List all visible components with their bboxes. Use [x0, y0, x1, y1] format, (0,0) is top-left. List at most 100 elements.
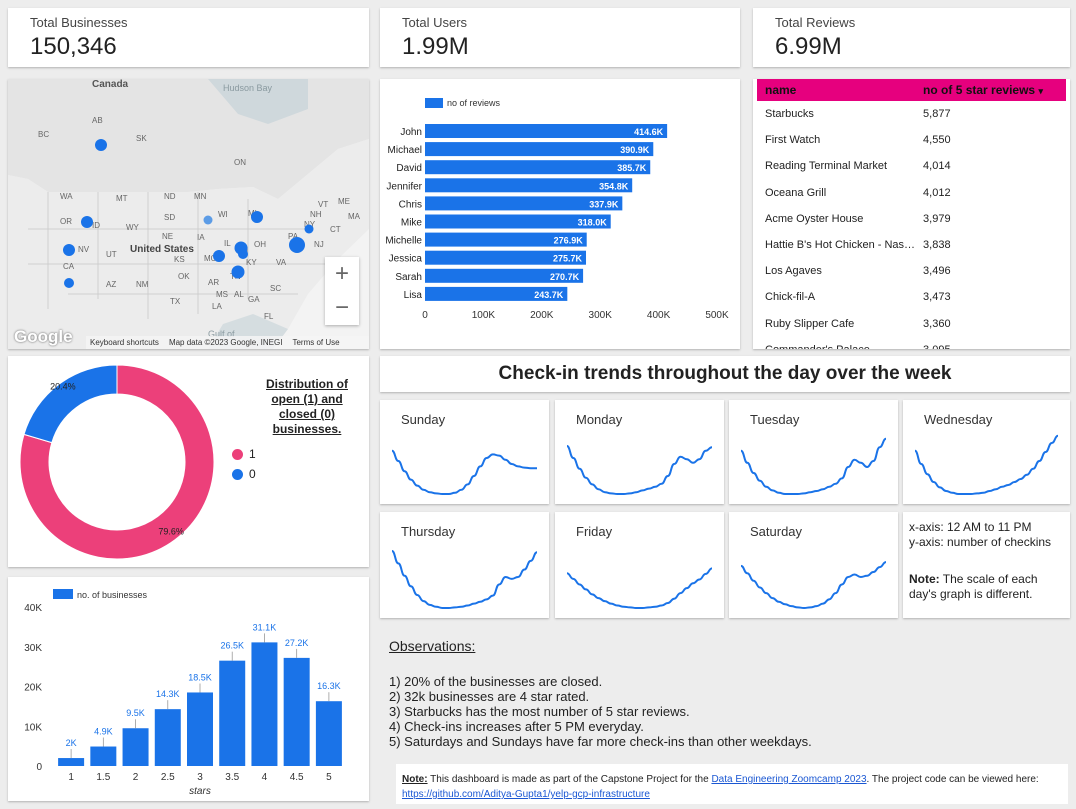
- category-label: Michael: [388, 145, 422, 156]
- cell-name: Reading Terminal Market: [765, 160, 888, 173]
- table-row[interactable]: Hattie B's Hot Chicken - Nas… 3,838: [757, 232, 1066, 258]
- y-tick-label: 0: [36, 762, 42, 773]
- x-tick-label: 0: [422, 310, 428, 321]
- x-tick-label: 300K: [589, 310, 613, 321]
- github-link[interactable]: https://github.com/Aditya-Gupta1/yelp-gc…: [402, 789, 650, 800]
- x-tick-label: 3: [197, 772, 203, 783]
- x-tick-label: 500K: [705, 310, 729, 321]
- column-header-name[interactable]: name: [757, 79, 916, 101]
- table-row[interactable]: First Watch 4,550: [757, 127, 1066, 153]
- cell-count: 4,550: [923, 134, 951, 147]
- table-row[interactable]: Acme Oyster House 3,979: [757, 206, 1066, 232]
- map-marker[interactable]: [251, 211, 263, 223]
- bar: [122, 728, 149, 766]
- map-marker[interactable]: [95, 139, 107, 151]
- column-header-count[interactable]: no of 5 star reviews ▾: [915, 79, 1066, 101]
- legend-swatch: [425, 98, 443, 108]
- map-state-label: AL: [234, 290, 244, 299]
- map-marker[interactable]: [63, 244, 75, 256]
- data-label: 390.9K: [620, 145, 650, 155]
- map-marker[interactable]: [203, 215, 213, 225]
- x-tick-label: 2: [133, 772, 139, 783]
- stars-bar-chart-svg: no. of businesses 0 10K 20K 30K 40K 2K 1 4.9K 1.5…: [24, 589, 342, 797]
- map-state-label: MS: [216, 290, 228, 299]
- map-state-label: OR: [60, 217, 72, 226]
- table-row[interactable]: Los Agaves 3,496: [757, 258, 1066, 284]
- map-state-label: WY: [126, 223, 140, 232]
- keyboard-shortcuts-link[interactable]: Keyboard shortcuts: [90, 338, 159, 347]
- zoom-in-button[interactable]: +: [325, 257, 359, 291]
- table-row[interactable]: Reading Terminal Market 4,014: [757, 153, 1066, 179]
- business-map[interactable]: AB SK BC ON MT ND WA WY SD OR ID NV UT C…: [8, 79, 369, 349]
- day-label: Sunday: [401, 412, 446, 427]
- table-row[interactable]: Starbucks 5,877: [757, 101, 1066, 127]
- day-card-saturday: Saturday: [729, 512, 898, 618]
- table-row[interactable]: Ruby Slipper Cafe 3,360: [757, 311, 1066, 337]
- kpi-total-businesses: Total Businesses 150,346: [8, 8, 369, 67]
- table-row[interactable]: Chick-fil-A 3,473: [757, 284, 1066, 310]
- y-tick-label: 10K: [24, 722, 42, 733]
- checkin-line-thursday: [391, 549, 538, 609]
- day-card-monday: Monday: [555, 400, 724, 504]
- map-data-credit: Map data ©2023 Google, INEGI: [168, 338, 283, 347]
- day-card-sunday: Sunday: [380, 400, 549, 504]
- map-marker[interactable]: [231, 265, 245, 279]
- zoom-out-button[interactable]: −: [325, 291, 359, 325]
- cell-count: 3,360: [923, 317, 951, 330]
- map-state-label: WA: [60, 192, 73, 201]
- donut-title: Distribution of open (1) and closed (0) …: [252, 377, 362, 437]
- y-tick-label: 30K: [24, 643, 42, 654]
- zoomcamp-link[interactable]: Data Engineering Zoomcamp 2023: [711, 774, 866, 785]
- slice-label: 20.4%: [50, 381, 76, 391]
- day-card-wednesday: Wednesday: [903, 400, 1070, 504]
- cell-count: 3,496: [923, 265, 951, 278]
- map-water-label: Hudson Bay: [223, 83, 273, 93]
- footer-text: This dashboard is made as part of the Ca…: [427, 774, 712, 785]
- map-marker[interactable]: [238, 249, 248, 259]
- y-axis-note: y-axis: number of checkins: [909, 535, 1052, 549]
- map-marker[interactable]: [213, 250, 225, 262]
- map-marker[interactable]: [64, 278, 74, 288]
- cell-name: Hattie B's Hot Chicken - Nas…: [765, 239, 916, 252]
- data-label: 27.2K: [285, 638, 309, 648]
- scale-note: Note: The scale of each day's graph is d…: [909, 572, 1067, 602]
- map-canvas[interactable]: AB SK BC ON MT ND WA WY SD OR ID NV UT C…: [8, 79, 369, 349]
- slice-label: 79.6%: [158, 527, 184, 537]
- y-tick-label: 20K: [24, 683, 42, 694]
- day-card-tuesday: Tuesday: [729, 400, 898, 504]
- legend-dot: [232, 449, 243, 461]
- data-label: 414.6K: [634, 127, 664, 137]
- x-tick-label: 5: [326, 772, 332, 783]
- data-label: 337.9K: [589, 199, 619, 209]
- map-marker[interactable]: [289, 237, 305, 253]
- map-state-label: LA: [212, 302, 222, 311]
- terms-of-use-link[interactable]: Terms of Use: [292, 338, 339, 347]
- map-state-label: MA: [348, 212, 361, 221]
- x-tick-label: 4: [262, 772, 268, 783]
- data-label: 14.3K: [156, 689, 180, 699]
- observations-title: Observations:: [389, 638, 476, 654]
- day-label: Wednesday: [924, 412, 993, 427]
- category-label: Michelle: [385, 236, 422, 247]
- observation-item: 2) 32k businesses are 4 star rated.: [389, 689, 590, 704]
- observation-item: 4) Check-ins increases after 5 PM everyd…: [389, 719, 644, 734]
- data-label: 276.9K: [554, 236, 584, 246]
- table-row[interactable]: Commander's Palace3,095: [757, 337, 1066, 349]
- map-marker[interactable]: [304, 224, 314, 234]
- map-marker[interactable]: [81, 216, 93, 228]
- map-state-label: NJ: [314, 240, 324, 249]
- sort-desc-icon[interactable]: ▾: [1038, 86, 1043, 96]
- table-row[interactable]: Oceana Grill 4,012: [757, 180, 1066, 206]
- cell-name: Chick-fil-A: [765, 291, 816, 304]
- map-zoom-controls: + −: [325, 257, 359, 325]
- data-label: 2K: [66, 738, 77, 748]
- kpi-total-reviews: Total Reviews 6.99M: [753, 8, 1070, 67]
- cell-count: 3,838: [923, 239, 951, 252]
- legend-label: 1: [249, 447, 256, 461]
- cell-count: 4,014: [923, 160, 951, 173]
- map-state-label: OK: [178, 272, 190, 281]
- day-label: Friday: [576, 524, 613, 539]
- data-label: 318.0K: [578, 218, 608, 228]
- bar: [154, 709, 181, 766]
- legend-item-open: 1: [232, 444, 256, 464]
